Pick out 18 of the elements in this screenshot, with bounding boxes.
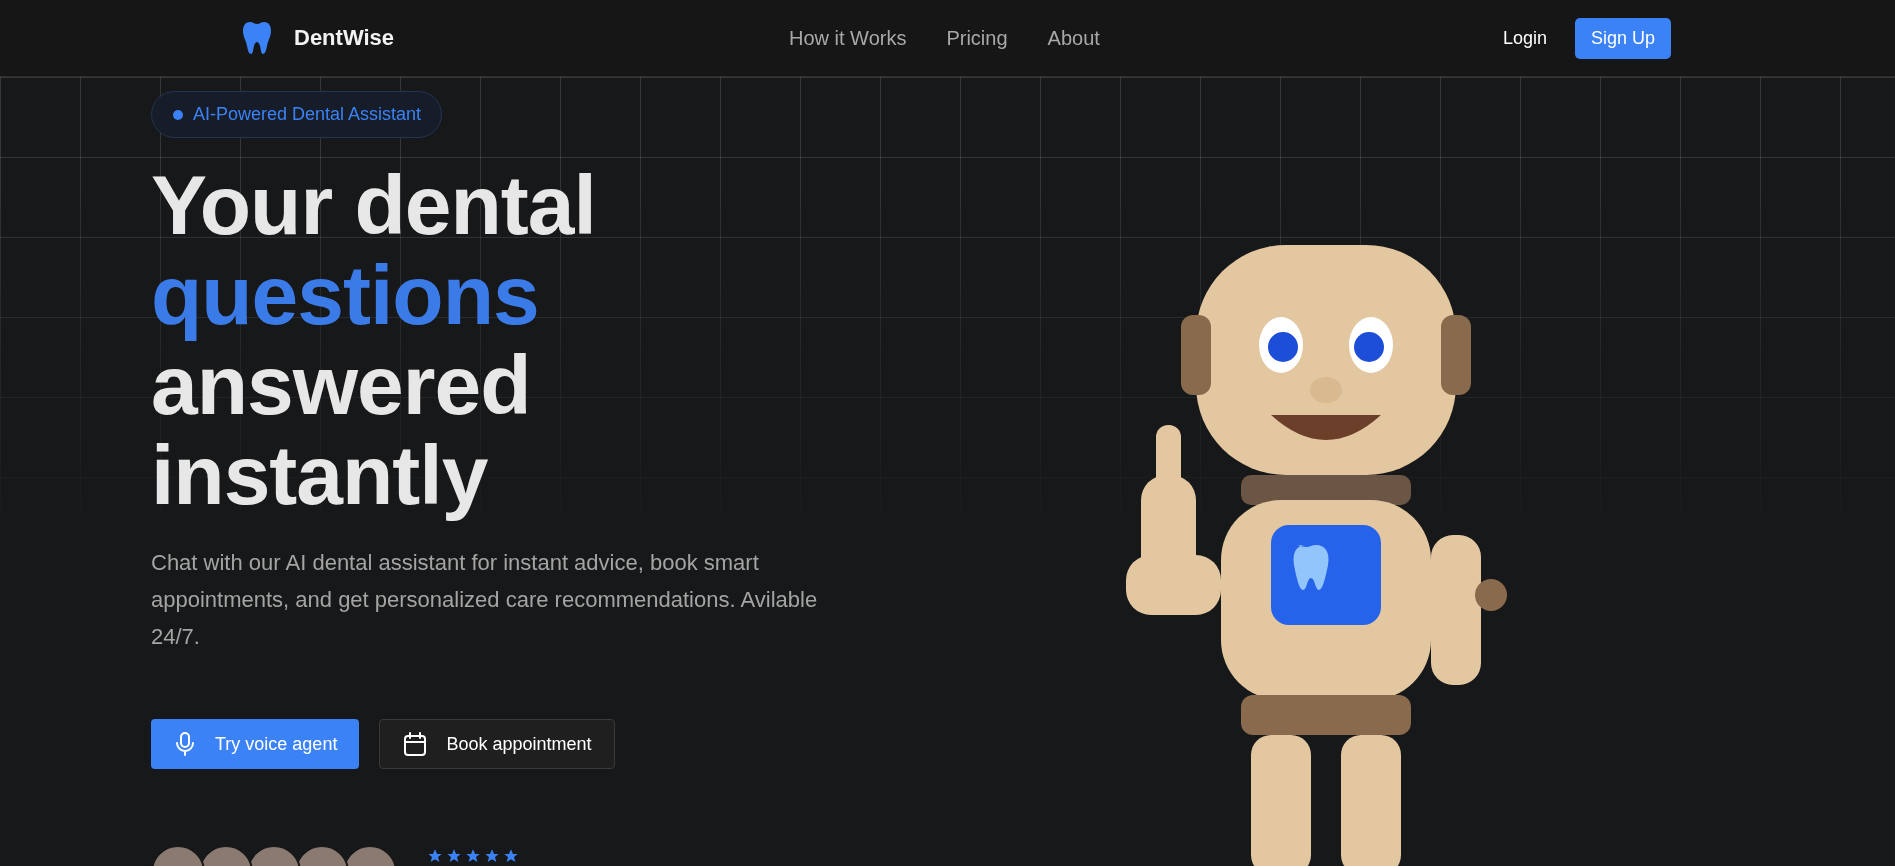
book-appointment-button[interactable]: Book appointment: [379, 719, 615, 769]
status-dot-icon: [173, 109, 183, 120]
sign-up-button[interactable]: Sign Up: [1574, 17, 1671, 59]
brand-name[interactable]: DentWise: [294, 25, 395, 51]
voice-agent-button[interactable]: Try voice agent: [151, 719, 360, 769]
login-button[interactable]: Login: [1502, 19, 1547, 57]
headline-line: Your dental: [151, 160, 596, 250]
nav-link[interactable]: About: [1047, 26, 1100, 50]
nav-link[interactable]: Pricing: [946, 26, 1008, 50]
hero-description: Chat with our AI dental assistant for instant advice, book smart appointments, and get personalized care recommendations. Avilable 24/7.: [151, 549, 819, 651]
microphone-icon: [175, 732, 195, 756]
headline-line: answered: [151, 340, 531, 430]
badge-label: AI-Powered Dental Assistant: [193, 104, 422, 125]
nav-link[interactable]: How it Works: [789, 26, 907, 50]
tooth-logo-icon: [242, 20, 272, 56]
calendar-icon: [404, 732, 427, 756]
headline-line: questions: [151, 250, 539, 340]
headline-line: instantly: [151, 430, 488, 520]
